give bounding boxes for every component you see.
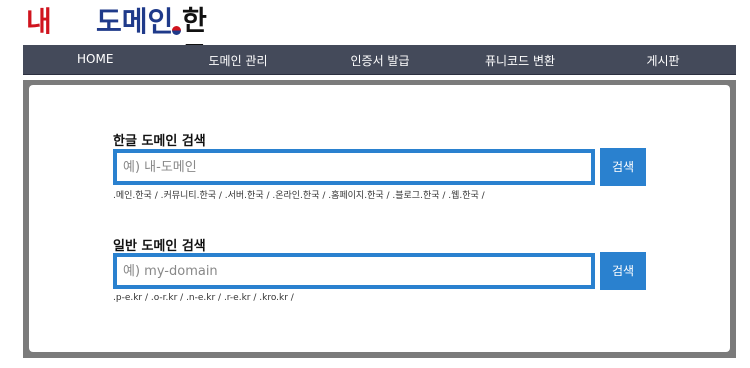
logo-dot-icon: [172, 26, 181, 35]
nav-item-punycode[interactable]: 퓨니코드 변환: [475, 52, 565, 69]
korean-search-title: 한글 도메인 검색: [113, 134, 206, 149]
nav-item-domain-manage[interactable]: 도메인 관리: [198, 52, 278, 69]
search-panel: [23, 80, 736, 358]
general-search-box: [113, 253, 595, 289]
korean-search-input[interactable]: [117, 153, 591, 181]
korean-search-button[interactable]: 검색: [600, 148, 646, 186]
korean-suffix-list: .메인.한국 / .커뮤니티.한국 / .서버.한국 / .온라인.한국 / .…: [113, 191, 485, 201]
nav-item-certificate[interactable]: 인증서 발급: [340, 52, 420, 69]
nav-item-home[interactable]: HOME: [77, 52, 113, 66]
general-search-input[interactable]: [117, 257, 591, 285]
general-suffix-list: .p-e.kr / .o-r.kr / .n-e.kr / .r-e.kr / …: [113, 293, 294, 303]
nav-item-board[interactable]: 게시판: [633, 52, 693, 69]
korean-search-box: [113, 149, 595, 185]
search-panel-inner: [29, 85, 730, 352]
site-logo[interactable]: 내 도메인 한국: [26, 4, 226, 73]
main-nav: HOME 도메인 관리 인증서 발급 퓨니코드 변환 게시판: [23, 45, 736, 75]
general-search-button[interactable]: 검색: [600, 252, 646, 290]
general-search-title: 일반 도메인 검색: [113, 239, 206, 254]
logo-text-blue: 도메인: [96, 5, 174, 38]
logo-text-red: 내: [26, 5, 52, 38]
